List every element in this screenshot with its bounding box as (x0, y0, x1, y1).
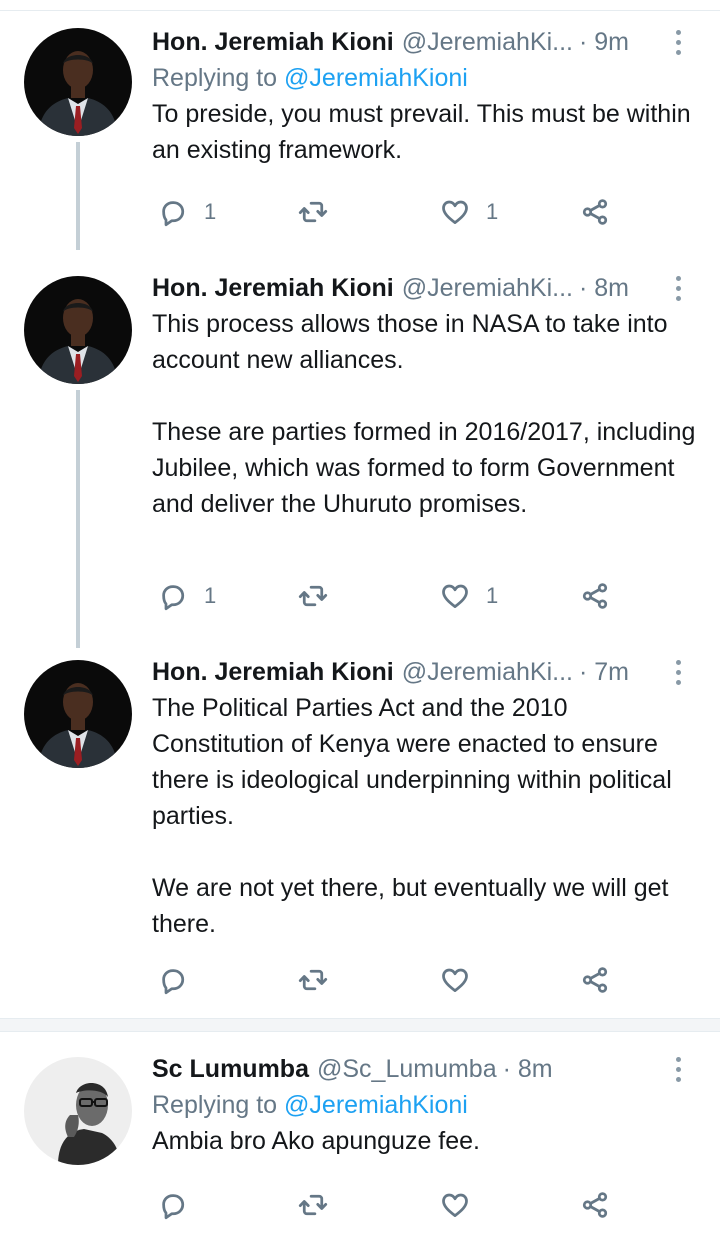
author-name[interactable]: Hon. Jeremiah Kioni (152, 274, 394, 303)
more-vertical-icon[interactable] (660, 654, 696, 690)
like-button[interactable] (440, 960, 486, 1000)
thread-line (76, 142, 80, 250)
author-name[interactable]: Hon. Jeremiah Kioni (152, 28, 394, 57)
timestamp[interactable]: · 8m (503, 1055, 553, 1084)
reply-icon (158, 581, 188, 611)
reply-count: 1 (204, 583, 217, 608)
tweet-text: The Political Parties Act and the 2010 C… (152, 694, 672, 938)
reply-icon (158, 197, 188, 227)
retweet-button[interactable] (298, 1185, 344, 1225)
tweet-text: To preside, you must prevail. This must … (152, 100, 691, 164)
reply-icon (158, 1190, 188, 1220)
timestamp[interactable]: · 9m (579, 28, 629, 57)
like-count: 1 (486, 199, 499, 224)
replying-to-mention[interactable]: @JeremiahKioni (284, 64, 468, 92)
top-border (0, 10, 720, 11)
timestamp[interactable]: · 7m (579, 658, 629, 687)
more-vertical-icon[interactable] (660, 270, 696, 306)
retweet-icon (298, 197, 328, 227)
retweet-button[interactable] (298, 576, 344, 616)
like-count: 1 (486, 583, 499, 608)
tweet[interactable]: Hon. Jeremiah Kioni @JeremiahKi... · 8m … (0, 270, 720, 648)
tweet-text: Ambia bro Ako apunguze fee. (152, 1127, 481, 1155)
author-name[interactable]: Sc Lumumba (152, 1055, 309, 1084)
tweet-header: Hon. Jeremiah Kioni @JeremiahKi... · 8m (152, 270, 696, 306)
author-handle[interactable]: @JeremiahKi... (402, 658, 573, 687)
thread-divider (0, 1018, 720, 1032)
replying-to: Replying to @JeremiahKioni (152, 1087, 696, 1123)
tweet-actions: 1 1 (152, 192, 652, 232)
avatar[interactable] (24, 28, 132, 136)
share-icon (580, 581, 610, 611)
like-button[interactable]: 1 (440, 192, 498, 232)
replying-to-mention[interactable]: @JeremiahKioni (284, 1091, 468, 1119)
share-icon (580, 1190, 610, 1220)
avatar[interactable] (24, 660, 132, 768)
replying-to: Replying to @JeremiahKioni (152, 60, 696, 96)
heart-icon (440, 197, 470, 227)
tweet-actions (152, 960, 652, 1000)
tweet-header: Sc Lumumba @Sc_Lumumba · 8m (152, 1051, 696, 1087)
reply-button[interactable]: 1 (158, 192, 216, 232)
heart-icon (440, 581, 470, 611)
author-handle[interactable]: @JeremiahKi... (402, 274, 573, 303)
heart-icon (440, 965, 470, 995)
more-vertical-icon[interactable] (660, 1051, 696, 1087)
author-handle[interactable]: @Sc_Lumumba (317, 1055, 497, 1084)
share-icon (580, 197, 610, 227)
retweet-icon (298, 1190, 328, 1220)
timestamp[interactable]: · 8m (579, 274, 629, 303)
tweet-text: This process allows those in NASA to tak… (152, 310, 696, 518)
tweet[interactable]: Sc Lumumba @Sc_Lumumba · 8m Replying to … (0, 1051, 720, 1237)
like-button[interactable] (440, 1185, 486, 1225)
share-button[interactable] (580, 1185, 610, 1225)
retweet-button[interactable] (298, 192, 344, 232)
reply-button[interactable] (158, 1185, 204, 1225)
tweet[interactable]: Hon. Jeremiah Kioni @JeremiahKi... · 9m … (0, 24, 720, 250)
retweet-button[interactable] (298, 960, 344, 1000)
tweet-header: Hon. Jeremiah Kioni @JeremiahKi... · 9m (152, 24, 696, 60)
more-vertical-icon[interactable] (660, 24, 696, 60)
author-name[interactable]: Hon. Jeremiah Kioni (152, 658, 394, 687)
share-icon (580, 965, 610, 995)
replying-to-prefix: Replying to (152, 64, 285, 92)
share-button[interactable] (580, 576, 610, 616)
avatar[interactable] (24, 276, 132, 384)
avatar[interactable] (24, 1057, 132, 1165)
heart-icon (440, 1190, 470, 1220)
reply-count: 1 (204, 199, 217, 224)
reply-button[interactable]: 1 (158, 576, 216, 616)
like-button[interactable]: 1 (440, 576, 498, 616)
tweet-header: Hon. Jeremiah Kioni @JeremiahKi... · 7m (152, 654, 696, 690)
tweet-actions (152, 1185, 652, 1225)
reply-icon (158, 965, 188, 995)
retweet-icon (298, 581, 328, 611)
author-handle[interactable]: @JeremiahKi... (402, 28, 573, 57)
share-button[interactable] (580, 192, 610, 232)
tweet-actions: 1 1 (152, 576, 652, 616)
retweet-icon (298, 965, 328, 995)
share-button[interactable] (580, 960, 610, 1000)
tweet[interactable]: Hon. Jeremiah Kioni @JeremiahKi... · 7m … (0, 654, 720, 998)
thread-line (76, 390, 80, 648)
replying-to-prefix: Replying to (152, 1091, 285, 1119)
reply-button[interactable] (158, 960, 204, 1000)
